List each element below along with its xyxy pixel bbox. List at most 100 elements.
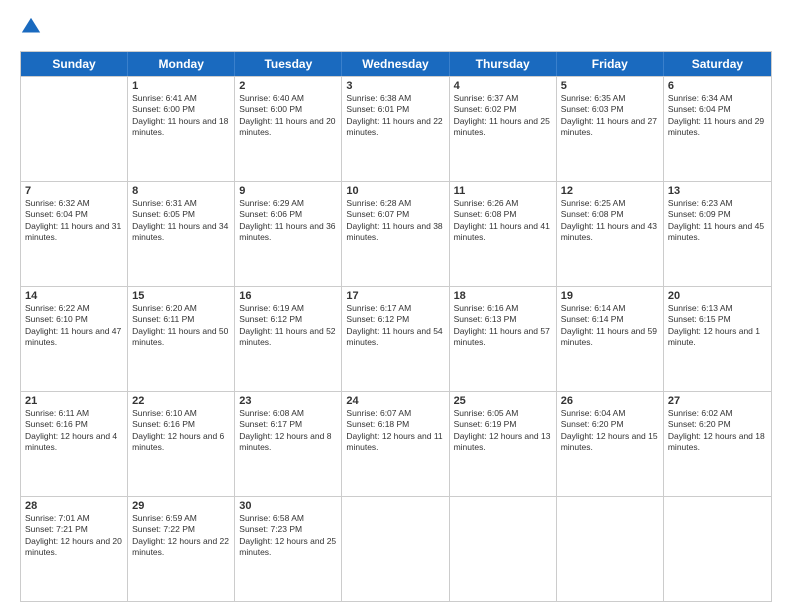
cell-day-number: 18: [454, 290, 552, 302]
calendar-cell: [557, 497, 664, 601]
calendar-cell: 16Sunrise: 6:19 AMSunset: 6:12 PMDayligh…: [235, 287, 342, 391]
cell-info: Sunrise: 6:25 AMSunset: 6:08 PMDaylight:…: [561, 198, 659, 244]
calendar-header-day: Monday: [128, 52, 235, 76]
cell-day-number: 7: [25, 185, 123, 197]
cell-info: Sunrise: 6:37 AMSunset: 6:02 PMDaylight:…: [454, 93, 552, 139]
calendar-row: 7Sunrise: 6:32 AMSunset: 6:04 PMDaylight…: [21, 181, 771, 286]
calendar-cell: 12Sunrise: 6:25 AMSunset: 6:08 PMDayligh…: [557, 182, 664, 286]
header: [20, 16, 772, 43]
calendar-header-day: Saturday: [664, 52, 771, 76]
cell-info: Sunrise: 6:26 AMSunset: 6:08 PMDaylight:…: [454, 198, 552, 244]
calendar-body: 1Sunrise: 6:41 AMSunset: 6:00 PMDaylight…: [21, 76, 771, 601]
logo-icon: [20, 16, 42, 38]
cell-day-number: 3: [346, 80, 444, 92]
calendar-cell: 28Sunrise: 7:01 AMSunset: 7:21 PMDayligh…: [21, 497, 128, 601]
cell-info: Sunrise: 6:59 AMSunset: 7:22 PMDaylight:…: [132, 513, 230, 559]
calendar-header-day: Tuesday: [235, 52, 342, 76]
cell-day-number: 28: [25, 500, 123, 512]
cell-info: Sunrise: 6:34 AMSunset: 6:04 PMDaylight:…: [668, 93, 767, 139]
cell-day-number: 22: [132, 395, 230, 407]
cell-info: Sunrise: 6:41 AMSunset: 6:00 PMDaylight:…: [132, 93, 230, 139]
cell-day-number: 30: [239, 500, 337, 512]
calendar-header-day: Wednesday: [342, 52, 449, 76]
cell-day-number: 25: [454, 395, 552, 407]
cell-day-number: 9: [239, 185, 337, 197]
cell-info: Sunrise: 6:38 AMSunset: 6:01 PMDaylight:…: [346, 93, 444, 139]
logo: [20, 16, 44, 43]
cell-day-number: 26: [561, 395, 659, 407]
calendar-cell: 22Sunrise: 6:10 AMSunset: 6:16 PMDayligh…: [128, 392, 235, 496]
calendar-cell: 2Sunrise: 6:40 AMSunset: 6:00 PMDaylight…: [235, 77, 342, 181]
calendar: SundayMondayTuesdayWednesdayThursdayFrid…: [20, 51, 772, 602]
cell-day-number: 23: [239, 395, 337, 407]
cell-day-number: 1: [132, 80, 230, 92]
calendar-cell: 25Sunrise: 6:05 AMSunset: 6:19 PMDayligh…: [450, 392, 557, 496]
calendar-cell: 14Sunrise: 6:22 AMSunset: 6:10 PMDayligh…: [21, 287, 128, 391]
calendar-cell: 10Sunrise: 6:28 AMSunset: 6:07 PMDayligh…: [342, 182, 449, 286]
calendar-header-day: Friday: [557, 52, 664, 76]
calendar-row: 28Sunrise: 7:01 AMSunset: 7:21 PMDayligh…: [21, 496, 771, 601]
calendar-row: 1Sunrise: 6:41 AMSunset: 6:00 PMDaylight…: [21, 76, 771, 181]
cell-info: Sunrise: 6:31 AMSunset: 6:05 PMDaylight:…: [132, 198, 230, 244]
calendar-cell: 15Sunrise: 6:20 AMSunset: 6:11 PMDayligh…: [128, 287, 235, 391]
cell-day-number: 27: [668, 395, 767, 407]
cell-info: Sunrise: 6:07 AMSunset: 6:18 PMDaylight:…: [346, 408, 444, 454]
calendar-row: 21Sunrise: 6:11 AMSunset: 6:16 PMDayligh…: [21, 391, 771, 496]
cell-info: Sunrise: 6:22 AMSunset: 6:10 PMDaylight:…: [25, 303, 123, 349]
cell-info: Sunrise: 6:05 AMSunset: 6:19 PMDaylight:…: [454, 408, 552, 454]
calendar-cell: 30Sunrise: 6:58 AMSunset: 7:23 PMDayligh…: [235, 497, 342, 601]
cell-info: Sunrise: 6:28 AMSunset: 6:07 PMDaylight:…: [346, 198, 444, 244]
calendar-cell: [450, 497, 557, 601]
calendar-cell: 18Sunrise: 6:16 AMSunset: 6:13 PMDayligh…: [450, 287, 557, 391]
calendar-cell: [664, 497, 771, 601]
calendar-cell: 26Sunrise: 6:04 AMSunset: 6:20 PMDayligh…: [557, 392, 664, 496]
calendar-cell: 13Sunrise: 6:23 AMSunset: 6:09 PMDayligh…: [664, 182, 771, 286]
calendar-cell: 17Sunrise: 6:17 AMSunset: 6:12 PMDayligh…: [342, 287, 449, 391]
cell-info: Sunrise: 6:02 AMSunset: 6:20 PMDaylight:…: [668, 408, 767, 454]
calendar-cell: 8Sunrise: 6:31 AMSunset: 6:05 PMDaylight…: [128, 182, 235, 286]
cell-info: Sunrise: 6:08 AMSunset: 6:17 PMDaylight:…: [239, 408, 337, 454]
calendar-cell: 7Sunrise: 6:32 AMSunset: 6:04 PMDaylight…: [21, 182, 128, 286]
cell-day-number: 2: [239, 80, 337, 92]
calendar-cell: 4Sunrise: 6:37 AMSunset: 6:02 PMDaylight…: [450, 77, 557, 181]
calendar-cell: 27Sunrise: 6:02 AMSunset: 6:20 PMDayligh…: [664, 392, 771, 496]
calendar-header-day: Thursday: [450, 52, 557, 76]
calendar-cell: [21, 77, 128, 181]
cell-info: Sunrise: 6:40 AMSunset: 6:00 PMDaylight:…: [239, 93, 337, 139]
calendar-cell: 24Sunrise: 6:07 AMSunset: 6:18 PMDayligh…: [342, 392, 449, 496]
calendar-cell: 5Sunrise: 6:35 AMSunset: 6:03 PMDaylight…: [557, 77, 664, 181]
cell-day-number: 29: [132, 500, 230, 512]
calendar-cell: 9Sunrise: 6:29 AMSunset: 6:06 PMDaylight…: [235, 182, 342, 286]
cell-day-number: 6: [668, 80, 767, 92]
cell-info: Sunrise: 6:58 AMSunset: 7:23 PMDaylight:…: [239, 513, 337, 559]
cell-day-number: 4: [454, 80, 552, 92]
cell-info: Sunrise: 6:11 AMSunset: 6:16 PMDaylight:…: [25, 408, 123, 454]
cell-day-number: 10: [346, 185, 444, 197]
cell-info: Sunrise: 6:14 AMSunset: 6:14 PMDaylight:…: [561, 303, 659, 349]
cell-day-number: 5: [561, 80, 659, 92]
cell-day-number: 17: [346, 290, 444, 302]
page: SundayMondayTuesdayWednesdayThursdayFrid…: [0, 0, 792, 612]
cell-info: Sunrise: 7:01 AMSunset: 7:21 PMDaylight:…: [25, 513, 123, 559]
cell-day-number: 16: [239, 290, 337, 302]
calendar-cell: 6Sunrise: 6:34 AMSunset: 6:04 PMDaylight…: [664, 77, 771, 181]
cell-info: Sunrise: 6:04 AMSunset: 6:20 PMDaylight:…: [561, 408, 659, 454]
calendar-cell: [342, 497, 449, 601]
calendar-cell: 1Sunrise: 6:41 AMSunset: 6:00 PMDaylight…: [128, 77, 235, 181]
calendar-cell: 11Sunrise: 6:26 AMSunset: 6:08 PMDayligh…: [450, 182, 557, 286]
calendar-cell: 3Sunrise: 6:38 AMSunset: 6:01 PMDaylight…: [342, 77, 449, 181]
cell-info: Sunrise: 6:35 AMSunset: 6:03 PMDaylight:…: [561, 93, 659, 139]
calendar-cell: 20Sunrise: 6:13 AMSunset: 6:15 PMDayligh…: [664, 287, 771, 391]
cell-info: Sunrise: 6:23 AMSunset: 6:09 PMDaylight:…: [668, 198, 767, 244]
cell-day-number: 19: [561, 290, 659, 302]
calendar-header-row: SundayMondayTuesdayWednesdayThursdayFrid…: [21, 52, 771, 76]
calendar-cell: 23Sunrise: 6:08 AMSunset: 6:17 PMDayligh…: [235, 392, 342, 496]
cell-day-number: 24: [346, 395, 444, 407]
cell-day-number: 15: [132, 290, 230, 302]
cell-info: Sunrise: 6:13 AMSunset: 6:15 PMDaylight:…: [668, 303, 767, 349]
cell-info: Sunrise: 6:29 AMSunset: 6:06 PMDaylight:…: [239, 198, 337, 244]
calendar-cell: 29Sunrise: 6:59 AMSunset: 7:22 PMDayligh…: [128, 497, 235, 601]
cell-day-number: 20: [668, 290, 767, 302]
cell-info: Sunrise: 6:20 AMSunset: 6:11 PMDaylight:…: [132, 303, 230, 349]
calendar-cell: 19Sunrise: 6:14 AMSunset: 6:14 PMDayligh…: [557, 287, 664, 391]
